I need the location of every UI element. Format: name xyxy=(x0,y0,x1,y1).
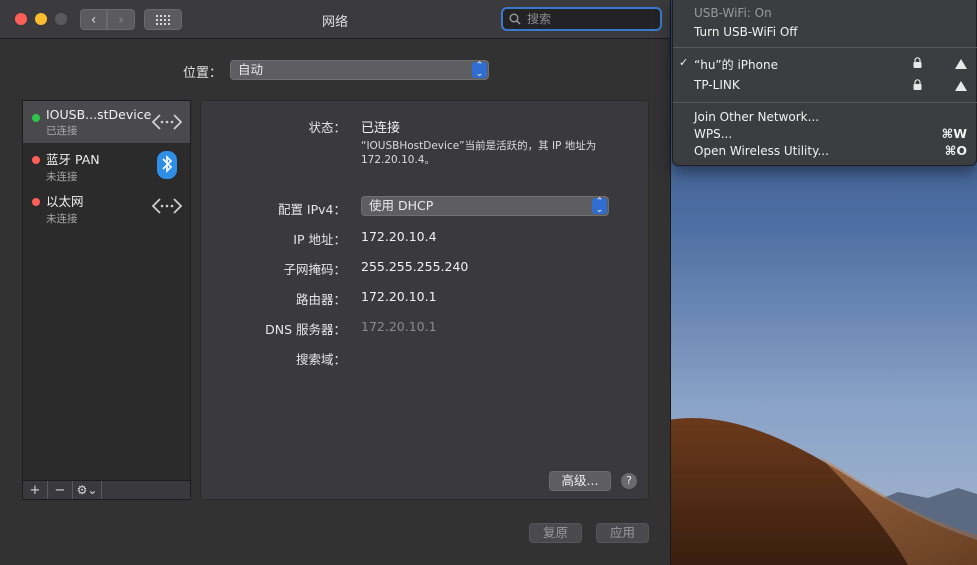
service-toolbar: + − ⚙⌄ xyxy=(22,480,191,500)
wifi-signal-icon xyxy=(955,59,967,69)
add-service-button[interactable]: + xyxy=(23,481,48,499)
ipv4-value: 使用 DHCP xyxy=(369,198,434,213)
dns-label: DNS 服务器： xyxy=(265,322,346,337)
turn-wifi-off-item[interactable]: Turn USB-WiFi Off xyxy=(694,25,798,39)
status-label: 状态： xyxy=(308,120,346,135)
updown-chevron-icon: ⌃ ⌄ xyxy=(472,62,487,79)
status-value: 已连接 xyxy=(361,121,401,136)
ip-address-value: 172.20.10.4 xyxy=(361,229,437,244)
open-utility-label: Open Wireless Utility... xyxy=(694,144,829,158)
ipv4-config-select[interactable]: 使用 DHCP ⌃ ⌄ xyxy=(361,196,609,216)
network-arrows-icon xyxy=(151,114,183,130)
location-label: 位置： xyxy=(183,66,223,81)
wifi-signal-icon xyxy=(955,81,967,91)
advanced-button[interactable]: 高级... xyxy=(549,471,611,491)
ipv4-label: 配置 IPv4： xyxy=(277,202,346,217)
network-name: TP-LINK xyxy=(694,78,740,92)
wps-shortcut: ⌘W xyxy=(941,126,967,141)
checkmark-icon: ✓ xyxy=(679,56,689,69)
remove-service-button[interactable]: − xyxy=(48,481,73,499)
network-arrows-icon xyxy=(151,198,183,214)
service-list: IOUSB...stDevice 已连接 蓝牙 PAN 未连接 以太网 未连接 xyxy=(22,100,191,481)
network-preferences-window: ‹ › 网络 位置： 自动 ⌃⌄ xyxy=(0,0,671,565)
subnet-mask-label: 子网掩码： xyxy=(283,262,346,277)
wps-label: WPS... xyxy=(694,127,733,141)
wifi-menu: USB-WiFi: On Turn USB-WiFi Off ✓ “hu”的 i… xyxy=(672,0,977,166)
wifi-status-item: USB-WiFi: On xyxy=(694,6,772,20)
search-field[interactable] xyxy=(501,7,662,31)
lock-icon xyxy=(913,79,922,90)
updown-chevron-icon: ⌃ ⌄ xyxy=(592,198,607,215)
service-item-ethernet[interactable]: 以太网 未连接 xyxy=(23,185,190,227)
ip-address-label: IP 地址： xyxy=(293,232,346,247)
status-description: “IOUSBHostDevice”当前是活跃的，其 IP 地址为 172.20.… xyxy=(361,140,597,166)
status-dot xyxy=(32,156,40,164)
menu-separator xyxy=(673,102,977,103)
lock-icon xyxy=(913,57,922,68)
join-other-network-item[interactable]: Join Other Network... xyxy=(694,110,819,124)
search-input[interactable] xyxy=(525,11,649,27)
router-label: 路由器： xyxy=(295,292,346,307)
status-dot xyxy=(32,198,40,206)
search-icon xyxy=(509,13,521,25)
dns-value: 172.20.10.1 xyxy=(361,319,437,334)
bluetooth-icon xyxy=(157,151,177,179)
help-button[interactable]: ? xyxy=(621,473,637,489)
service-item-bluetooth-pan[interactable]: 蓝牙 PAN 未连接 xyxy=(23,143,190,185)
network-name: “hu”的 iPhone xyxy=(694,58,778,72)
apply-button[interactable]: 应用 xyxy=(596,523,649,543)
title-bar: ‹ › 网络 xyxy=(0,0,670,39)
status-dot xyxy=(32,114,40,122)
service-item-iousb[interactable]: IOUSB...stDevice 已连接 xyxy=(23,101,190,143)
search-domain-label: 搜索域： xyxy=(295,352,346,367)
menu-separator xyxy=(673,47,977,48)
revert-button[interactable]: 复原 xyxy=(529,523,582,543)
router-value: 172.20.10.1 xyxy=(361,289,437,304)
open-utility-shortcut: ⌘O xyxy=(944,143,967,158)
location-select[interactable]: 自动 ⌃ ⌄ xyxy=(230,60,489,80)
gear-menu-button[interactable]: ⚙⌄ xyxy=(73,481,102,499)
location-value: 自动 xyxy=(238,62,264,77)
subnet-mask-value: 255.255.255.240 xyxy=(361,259,469,274)
